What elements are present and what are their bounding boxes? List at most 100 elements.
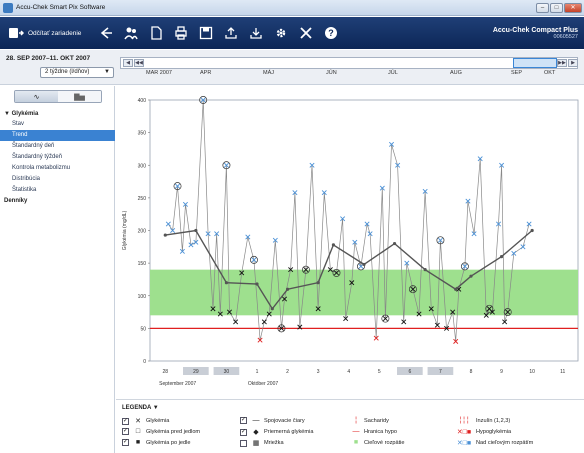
y-axis-label: Glykémia (mg/dL) bbox=[122, 210, 128, 250]
sidebar-item-standard-week[interactable]: Štandardný týždeň bbox=[0, 152, 115, 163]
month-label: JÚL bbox=[388, 70, 398, 76]
above-target-marker-icon: ✕□■ bbox=[456, 440, 472, 447]
nav-group-diaries[interactable]: Denníky bbox=[0, 196, 115, 206]
import-icon[interactable] bbox=[249, 26, 263, 40]
average-point bbox=[163, 233, 167, 237]
sidebar: ∿ ▇▅ ▼ Glykémia Stav Trend Štandardný de… bbox=[0, 86, 115, 453]
legend-glycemia: ✓ ✕ Glykémia bbox=[122, 417, 169, 425]
back-icon[interactable] bbox=[99, 26, 113, 40]
x-tick-label: 29 bbox=[193, 369, 199, 375]
timeline-window[interactable] bbox=[513, 58, 557, 68]
period-select[interactable]: 2 týždne (l/dňov) ▼ bbox=[40, 67, 114, 78]
x-tick-label: 10 bbox=[529, 369, 535, 375]
read-device-button[interactable]: Odčítať zariadenie bbox=[8, 27, 81, 39]
period-select-value: 2 týždne (l/dňov) bbox=[45, 69, 90, 75]
legend-checkbox[interactable]: ✓ bbox=[240, 417, 247, 424]
legend-grid: ▦ Mriežka bbox=[240, 439, 284, 447]
print-icon[interactable] bbox=[174, 26, 188, 40]
x-tick-label: 28 bbox=[163, 369, 169, 375]
export-icon[interactable] bbox=[224, 26, 238, 40]
legend-label: Priemerná glykémia bbox=[264, 429, 314, 435]
legend-label: Spojovacie čiary bbox=[264, 417, 305, 424]
legend-average: ✓ ◆ Priemerná glykémia bbox=[240, 428, 313, 436]
read-device-label: Odčítať zariadenie bbox=[28, 29, 82, 37]
graph-view-toggle[interactable]: ∿ bbox=[15, 91, 58, 102]
save-icon[interactable] bbox=[199, 26, 213, 40]
legend-label: Glykémia po jedle bbox=[146, 439, 191, 446]
average-point bbox=[499, 255, 504, 259]
x-tick-label: 3 bbox=[317, 369, 320, 375]
timeline-scrollbar[interactable]: ◀ ◀◀ ▶▶ ▶ bbox=[120, 57, 578, 69]
chevron-down-icon: ▼ bbox=[104, 69, 110, 75]
legend-label: Mriežka bbox=[264, 440, 284, 446]
y-tick-label: 350 bbox=[138, 131, 147, 137]
minimize-button[interactable]: – bbox=[536, 2, 549, 13]
report-icon[interactable] bbox=[149, 26, 163, 40]
title-bar: Accu-Chek Smart Pix Software – □ ✕ bbox=[0, 0, 584, 16]
month-label: JÚN bbox=[326, 70, 337, 76]
average-point bbox=[530, 228, 534, 233]
x-tick-label: 30 bbox=[224, 369, 230, 375]
y-tick-label: 50 bbox=[140, 326, 146, 332]
legend-hypoglycemia: ✕□■ Hypoglykémia bbox=[454, 428, 511, 436]
x-tick-label: 9 bbox=[500, 369, 503, 375]
sidebar-item-trend[interactable]: Trend bbox=[0, 130, 115, 141]
timeline-months: MAR 2007 APR MÁJ JÚN JÚL AUG SEP OKT bbox=[120, 70, 578, 80]
hypo-line-icon: — bbox=[352, 428, 360, 435]
x-tick-label: 11 bbox=[560, 369, 565, 375]
month-label: SEP bbox=[511, 70, 523, 76]
legend-checkbox[interactable]: ✓ bbox=[122, 428, 129, 435]
filled-square-icon: ■ bbox=[135, 439, 141, 446]
average-point bbox=[194, 228, 198, 233]
sidebar-item-metabolic-control[interactable]: Kontrola metabolizmu bbox=[0, 163, 115, 174]
device-serial: 00605527 bbox=[553, 33, 578, 40]
tools-icon[interactable] bbox=[299, 26, 313, 40]
x-tick-label: 4 bbox=[347, 369, 350, 375]
x-marker-icon: ✕ bbox=[135, 418, 141, 425]
legend-glycemia-after-meal: ✓ ■ Glykémia po jedle bbox=[122, 439, 190, 446]
average-point bbox=[270, 307, 274, 311]
y-tick-label: 200 bbox=[138, 229, 147, 235]
x-month-label: Október 2007 bbox=[248, 381, 279, 387]
app-logo-icon bbox=[3, 2, 13, 13]
legend-title[interactable]: LEGENDA ▼ bbox=[122, 405, 159, 411]
close-button[interactable]: ✕ bbox=[564, 2, 582, 13]
y-tick-label: 400 bbox=[138, 98, 147, 104]
legend-checkbox[interactable] bbox=[240, 439, 247, 447]
x-tick-label: 6 bbox=[408, 369, 411, 375]
average-point bbox=[331, 243, 336, 247]
target-range-icon: ■ bbox=[353, 439, 359, 446]
svg-text:?: ? bbox=[329, 28, 335, 38]
window-controls: – □ ✕ bbox=[536, 2, 582, 13]
legend-checkbox[interactable]: ✓ bbox=[122, 417, 129, 425]
settings-icon[interactable] bbox=[274, 26, 288, 40]
legend-glycemia-before-meal: ✓ □ Glykémia pred jedlom bbox=[122, 428, 200, 435]
toolbar: Odčítať zariadenie ? Accu-Chek Compact P… bbox=[0, 17, 584, 49]
sidebar-item-distribution[interactable]: Distribúcia bbox=[0, 174, 115, 185]
sidebar-item-statistics[interactable]: Štatistika bbox=[0, 185, 115, 196]
grid-icon: ▦ bbox=[252, 440, 260, 447]
view-toggle: ∿ ▇▅ bbox=[14, 90, 102, 103]
legend-checkbox[interactable]: ✓ bbox=[122, 439, 129, 446]
device-info: Accu-Chek Compact Plus 00605527 bbox=[493, 27, 578, 40]
insulin-icon: ¦ ¦ ¦ bbox=[459, 417, 469, 424]
timeline-first-button[interactable]: ◀◀ bbox=[134, 59, 144, 67]
sidebar-item-status[interactable]: Stav bbox=[0, 119, 115, 130]
legend-checkbox[interactable]: ✓ bbox=[240, 428, 247, 436]
timeline-next-button[interactable]: ▶ bbox=[568, 59, 578, 67]
average-line-icon: ◆ bbox=[253, 429, 259, 436]
hypo-marker-icon: ✕□■ bbox=[456, 429, 472, 436]
table-view-toggle[interactable]: ▇▅ bbox=[58, 91, 101, 102]
window-title: Accu-Chek Smart Pix Software bbox=[16, 4, 106, 11]
maximize-button[interactable]: □ bbox=[550, 2, 563, 13]
help-icon[interactable]: ? bbox=[324, 26, 338, 40]
nav-group-glycemia[interactable]: ▼ Glykémia bbox=[0, 109, 115, 119]
average-point bbox=[255, 282, 259, 286]
timeline-prev-button[interactable]: ◀ bbox=[123, 59, 133, 67]
month-label: MÁJ bbox=[263, 70, 274, 76]
sidebar-item-standard-day[interactable]: Štandardný deň bbox=[0, 141, 115, 152]
legend-label: Hypoglykémia bbox=[476, 429, 512, 435]
timeline-last-button[interactable]: ▶▶ bbox=[557, 59, 567, 67]
users-icon[interactable] bbox=[124, 26, 139, 40]
legend: LEGENDA ▼ ✓ ✕ Glykémia ✓ □ Glykémia pred jed… bbox=[116, 399, 584, 453]
